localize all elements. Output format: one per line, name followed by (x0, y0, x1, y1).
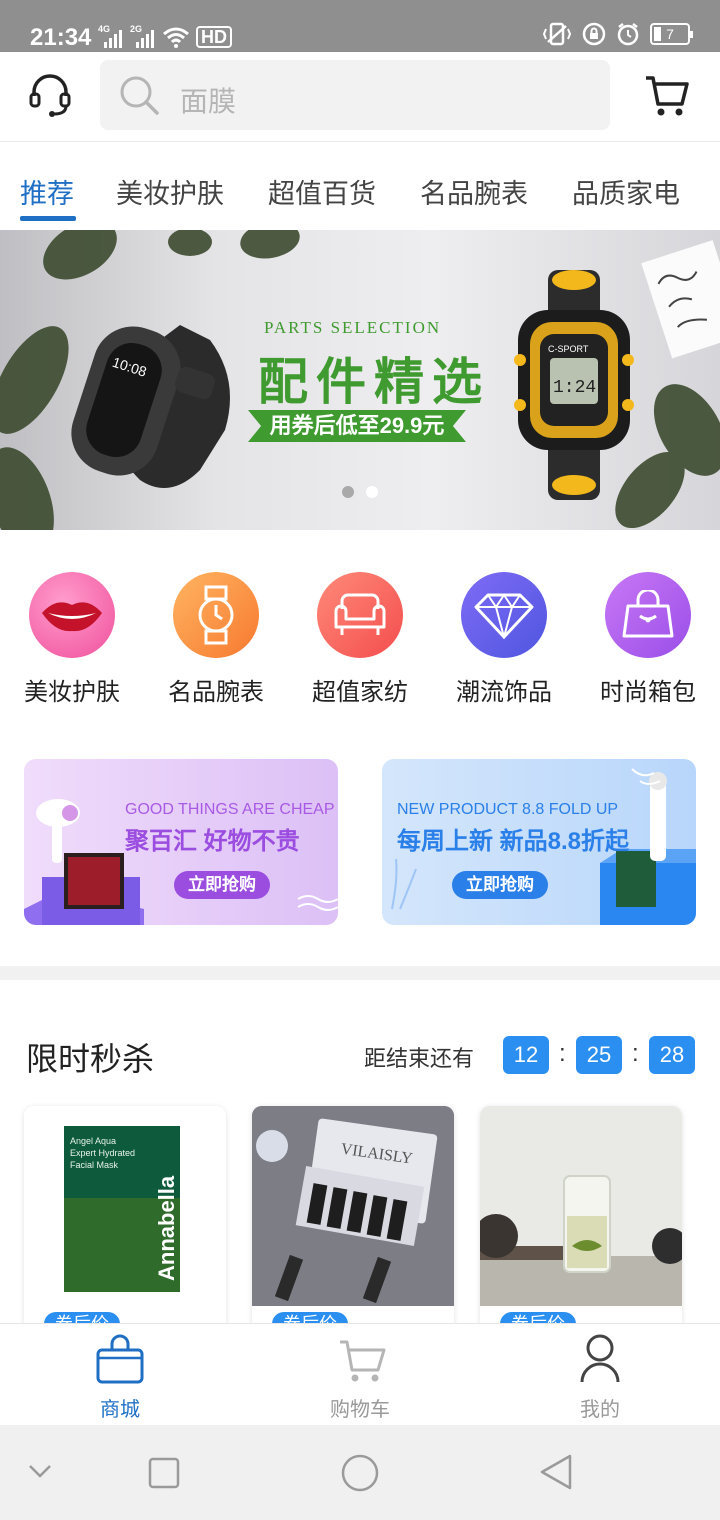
promo-card-deals[interactable]: GOOD THINGS ARE CHEAP 聚百汇 好物不贵 立即抢购 (24, 759, 338, 925)
nav-label: 我的 (580, 1399, 620, 1421)
category-label: 超值家纺 (312, 679, 408, 706)
sofa-icon (317, 572, 403, 658)
nav-label: 购物车 (330, 1399, 390, 1421)
tab-watches[interactable]: 名品腕表 (420, 172, 528, 211)
carousel-dots (342, 486, 378, 498)
category-watches[interactable]: 名品腕表 (156, 572, 276, 707)
nav-label: 商城 (100, 1399, 140, 1421)
flash-sale-title: 限时秒杀 (26, 1041, 155, 1077)
promo-card-new[interactable]: NEW PRODUCT 8.8 FOLD UP 每周上新 新品8.8折起 立即抢… (382, 759, 696, 925)
buy-now-button[interactable]: 立即抢购 (174, 871, 270, 899)
nav-cart[interactable]: 购物车 (300, 1332, 420, 1422)
diamond-icon (461, 572, 547, 658)
tab-beauty[interactable]: 美妆护肤 (116, 172, 224, 211)
carousel-dot[interactable] (342, 486, 354, 498)
home-icon[interactable] (340, 1453, 380, 1493)
cart-icon (340, 1340, 386, 1382)
svg-text:Angel Aqua: Angel Aqua (70, 1136, 116, 1146)
promo-banner[interactable]: 10:08 1:24 C-SPORT PARTS SELECTION 配件精选 … (0, 230, 720, 530)
countdown-separator: : (559, 1040, 566, 1067)
category-label: 名品腕表 (168, 679, 264, 706)
shopping-bag-icon (96, 1334, 144, 1384)
product-image: Angel Aqua Expert Hydrated Facial Mask A… (24, 1106, 226, 1306)
product-card[interactable]: Angel Aqua Expert Hydrated Facial Mask A… (24, 1106, 226, 1336)
recent-apps-icon[interactable] (148, 1457, 180, 1489)
sport-watch-image: 1:24 C-SPORT (514, 270, 634, 500)
promo-cn-text: 聚百汇 好物不贵 (125, 828, 300, 855)
section-divider (0, 966, 720, 980)
promo-en-text: NEW PRODUCT 8.8 FOLD UP (397, 801, 619, 818)
carousel-dot-active[interactable] (366, 486, 378, 498)
svg-text:1:24: 1:24 (553, 378, 596, 398)
promo-cn-text: 每周上新 新品8.8折起 (397, 828, 630, 855)
tab-value-goods[interactable]: 超值百货 (268, 172, 376, 211)
lock-rotation-icon (582, 22, 606, 46)
vibrate-icon (542, 22, 572, 46)
category-beauty[interactable]: 美妆护肤 (12, 572, 132, 707)
product-card[interactable]: 券后价 (480, 1106, 682, 1336)
category-label: 时尚箱包 (600, 679, 696, 706)
svg-text:Expert Hydrated: Expert Hydrated (70, 1148, 135, 1158)
signal-4g-icon: 4G (98, 24, 124, 48)
tab-recommend[interactable]: 推荐 (20, 172, 74, 211)
category-home-textiles[interactable]: 超值家纺 (300, 572, 420, 707)
nav-me[interactable]: 我的 (540, 1332, 660, 1422)
status-bar: 21:34 4G 2G HD 7 (0, 0, 720, 52)
tab-underline (20, 216, 76, 221)
svg-text:Annabella: Annabella (154, 1175, 179, 1281)
promo-en-text: GOOD THINGS ARE CHEAP (125, 801, 335, 818)
category-accessories[interactable]: 潮流饰品 (444, 572, 564, 707)
nav-mall[interactable]: 商城 (60, 1332, 180, 1422)
alarm-icon (617, 23, 639, 46)
countdown-minutes: 25 (576, 1036, 622, 1074)
tab-appliances[interactable]: 品质家电 (572, 172, 680, 211)
user-icon (580, 1334, 620, 1383)
wifi-icon (163, 27, 189, 48)
countdown-seconds: 28 (649, 1036, 695, 1074)
category-bags[interactable]: 时尚箱包 (588, 572, 708, 707)
cart-icon[interactable] (644, 72, 690, 118)
search-input[interactable]: 面膜 (100, 60, 610, 130)
product-card[interactable]: VILAISLY 券后价 (252, 1106, 454, 1336)
banner-coupon-ribbon: 用券后低至29.9元 (248, 410, 466, 442)
system-nav-bar (0, 1425, 720, 1520)
buy-now-button[interactable]: 立即抢购 (452, 871, 548, 899)
banner-title: 配件精选 (258, 354, 490, 410)
watch-icon (173, 572, 259, 658)
top-bar: 面膜 (0, 52, 720, 142)
back-icon[interactable] (538, 1453, 574, 1491)
search-placeholder: 面膜 (180, 86, 237, 117)
handbag-icon (605, 572, 691, 658)
product-image: VILAISLY (252, 1106, 454, 1306)
svg-text:Facial Mask: Facial Mask (70, 1160, 119, 1170)
product-image (480, 1106, 682, 1306)
customer-service-icon[interactable] (26, 72, 74, 120)
signal-2g-icon: 2G (130, 24, 156, 48)
hd-icon: HD (196, 26, 232, 48)
battery-icon: 7 (650, 23, 693, 45)
fitness-band-image: 10:08 (71, 325, 230, 488)
category-label: 美妆护肤 (24, 679, 120, 706)
countdown-hours: 12 (503, 1036, 549, 1074)
note-card-decoration (641, 240, 720, 359)
banner-subtitle: PARTS SELECTION (264, 318, 442, 337)
bottom-nav: 商城 购物车 我的 (0, 1323, 720, 1425)
countdown-separator: : (632, 1040, 639, 1067)
status-time: 21:34 (30, 24, 92, 51)
category-label: 潮流饰品 (456, 679, 552, 706)
lips-icon (29, 572, 115, 658)
category-tabs: 推荐 美妆护肤 超值百货 名品腕表 品质家电 (0, 142, 720, 230)
watch-brand-text: C-SPORT (548, 344, 589, 354)
search-icon (120, 76, 159, 115)
chevron-down-icon[interactable] (28, 1463, 52, 1479)
countdown-label: 距结束还有 (364, 1046, 475, 1071)
